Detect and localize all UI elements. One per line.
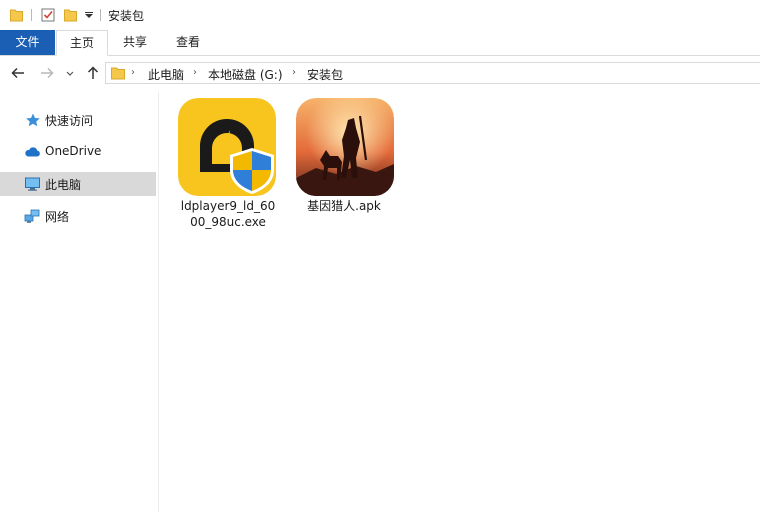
toolbar-separator xyxy=(31,9,32,21)
tab-view[interactable]: 查看 xyxy=(162,30,214,55)
properties-icon[interactable] xyxy=(41,8,56,22)
game-app-icon xyxy=(296,98,394,196)
tab-home[interactable]: 主页 xyxy=(56,30,108,56)
customize-toolbar-dropdown-icon[interactable] xyxy=(85,12,93,18)
navigation-bar: › 此电脑 › 本地磁盘 (G:) › 安装包 xyxy=(0,56,760,92)
title-bar: 安装包 xyxy=(0,0,760,30)
address-bar[interactable]: › 此电脑 › 本地磁盘 (G:) › 安装包 xyxy=(105,62,760,84)
nav-item-label: 网络 xyxy=(45,210,70,224)
star-icon xyxy=(26,113,40,127)
nav-item-label: OneDrive xyxy=(45,144,102,158)
nav-item-this-pc[interactable]: 此电脑 xyxy=(0,172,156,196)
ribbon-tabs: 文件 主页 共享 查看 xyxy=(0,30,760,56)
back-arrow-icon[interactable] xyxy=(9,64,27,82)
breadcrumb-separator-icon[interactable]: › xyxy=(193,67,197,78)
folder-icon xyxy=(111,67,125,80)
tab-share[interactable]: 共享 xyxy=(108,30,162,55)
file-name-line: ldplayer9_ld_60 xyxy=(180,199,276,213)
folder-icon[interactable] xyxy=(10,8,23,22)
file-name: 基因猎人.apk xyxy=(292,198,396,214)
computer-icon xyxy=(25,177,40,191)
network-icon xyxy=(24,209,40,223)
ldplayer-app-icon xyxy=(178,98,276,196)
nav-item-label: 快速访问 xyxy=(45,114,94,128)
file-name: ldplayer9_ld_60 00_98uc.exe xyxy=(176,198,280,230)
nav-item-onedrive[interactable]: OneDrive xyxy=(0,140,156,164)
forward-arrow-icon[interactable] xyxy=(38,64,56,82)
up-arrow-icon[interactable] xyxy=(84,64,102,82)
file-name-line: 00_98uc.exe xyxy=(190,215,266,229)
cloud-icon xyxy=(25,147,40,157)
breadcrumb-this-pc[interactable]: 此电脑 xyxy=(148,66,184,83)
tab-file[interactable]: 文件 xyxy=(0,30,55,55)
new-folder-icon[interactable] xyxy=(64,8,77,22)
toolbar-separator xyxy=(100,9,101,21)
navigation-pane: 快速访问 OneDrive 此电脑 网络 xyxy=(0,92,159,512)
window-title: 安装包 xyxy=(108,9,145,23)
nav-item-quick-access[interactable]: 快速访问 xyxy=(0,108,156,132)
breadcrumb-install-folder[interactable]: 安装包 xyxy=(307,66,343,83)
file-name-line: 基因猎人.apk xyxy=(307,199,381,213)
nav-item-label: 此电脑 xyxy=(45,178,82,192)
recent-locations-chevron-icon[interactable] xyxy=(64,64,76,82)
breadcrumb-local-disk[interactable]: 本地磁盘 (G:) xyxy=(208,66,283,83)
breadcrumb-separator-icon[interactable]: › xyxy=(292,67,296,78)
nav-item-network[interactable]: 网络 xyxy=(0,204,156,228)
breadcrumb-separator-icon[interactable]: › xyxy=(131,67,135,78)
